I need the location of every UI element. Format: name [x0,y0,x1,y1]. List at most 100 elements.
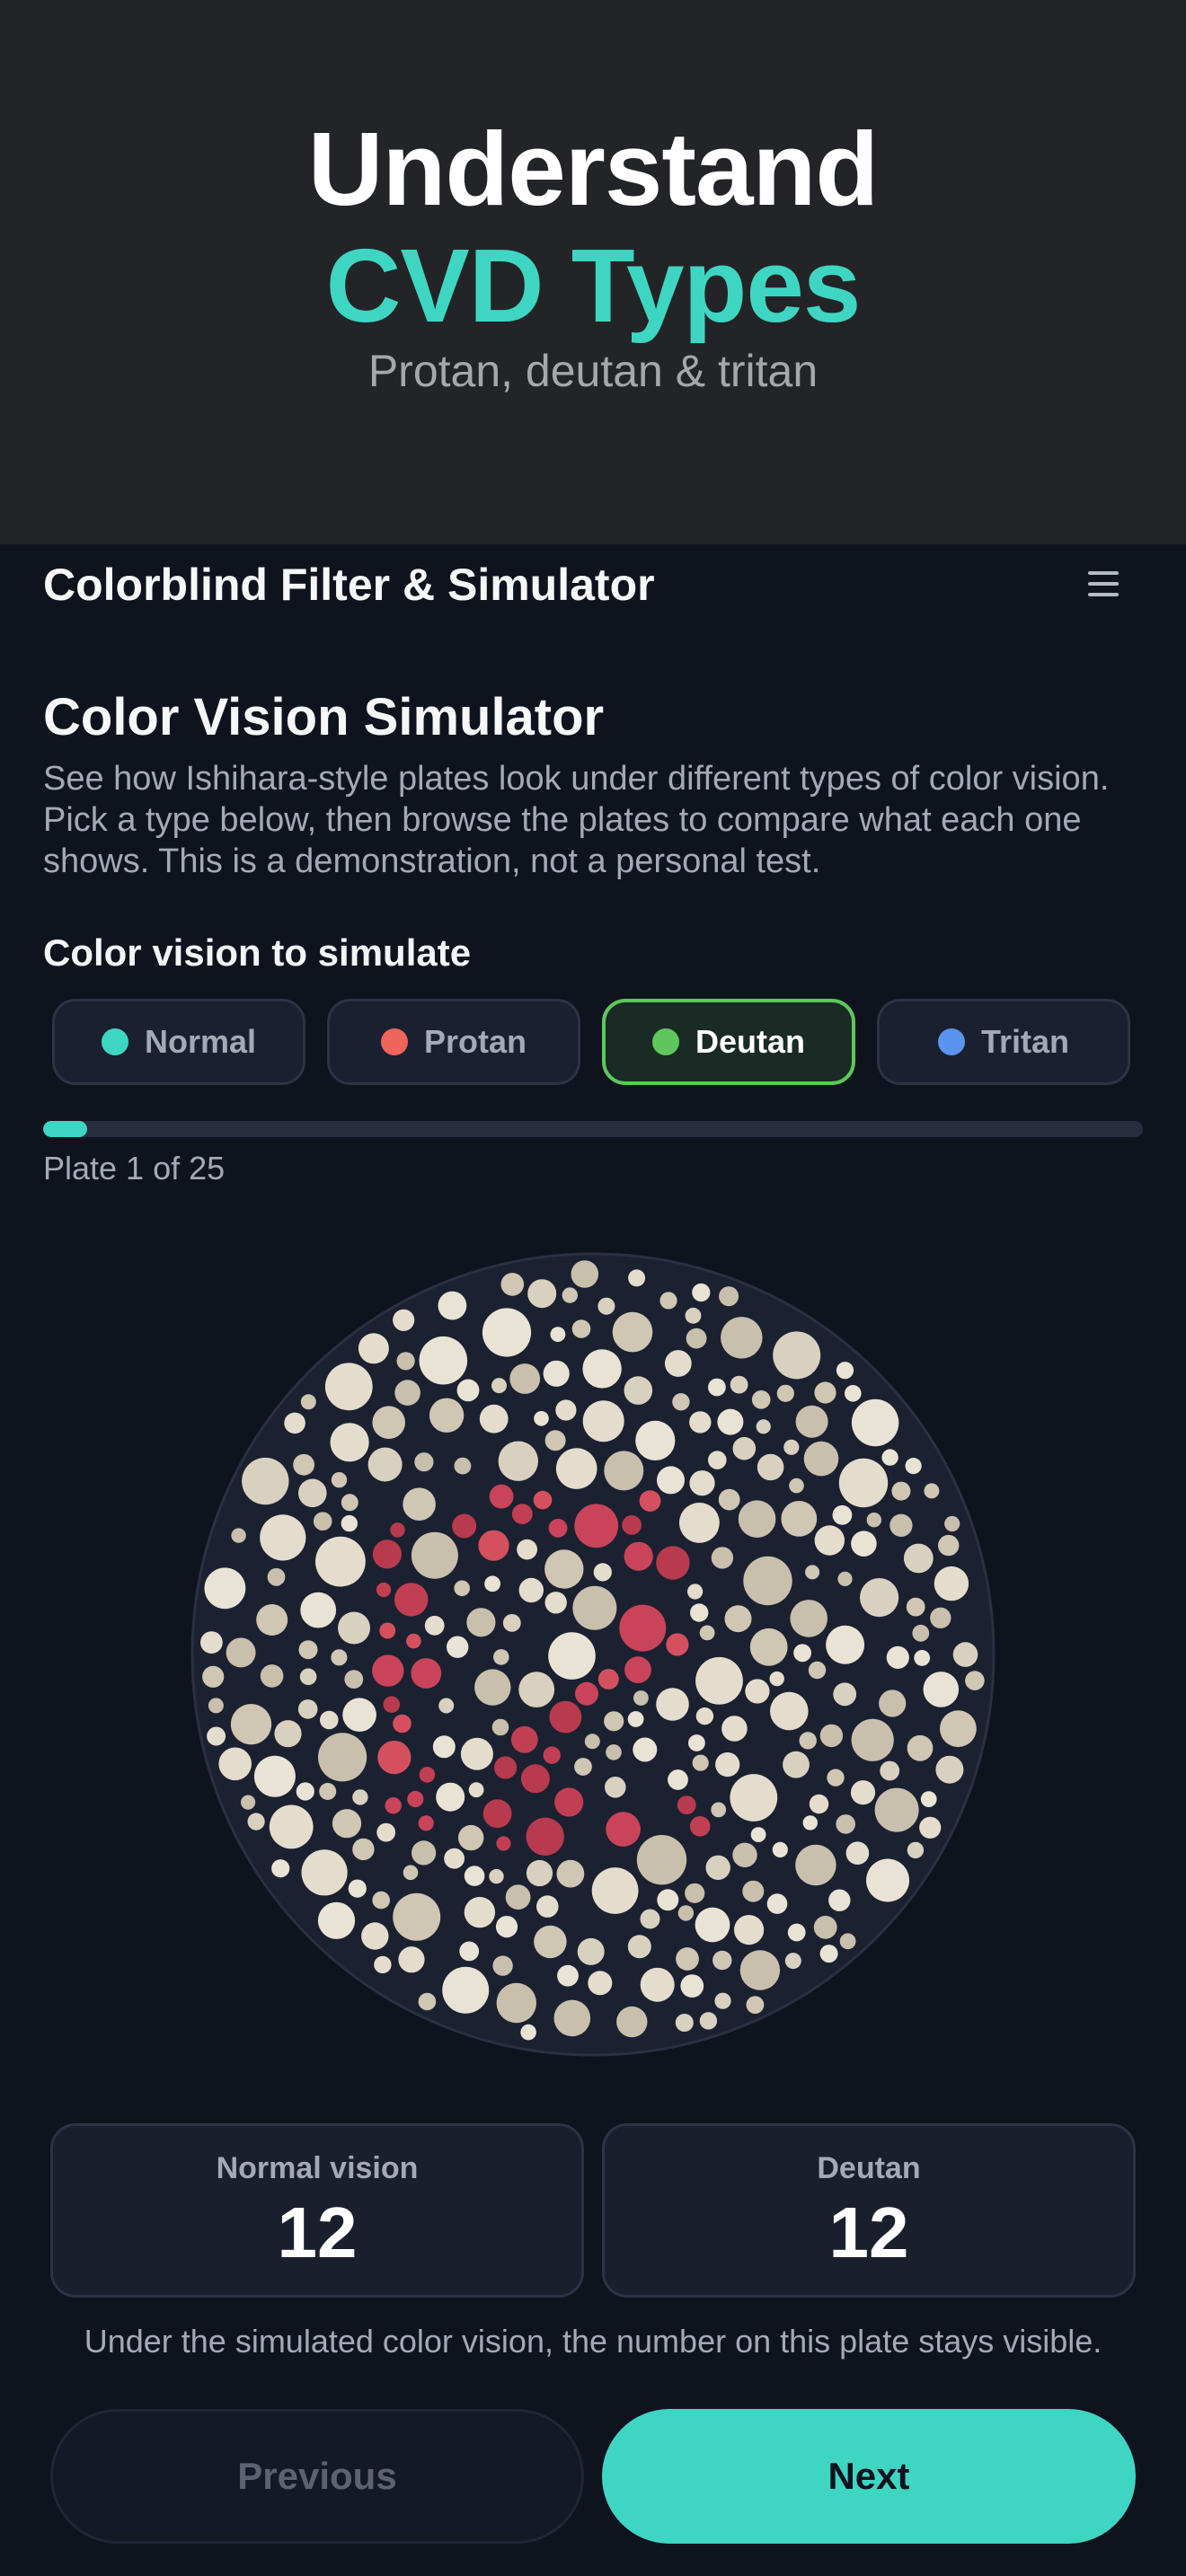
plate-dot [814,1525,845,1556]
plate-dot [935,1755,964,1784]
plate-dot [534,1925,567,1959]
plate-dot [685,1307,702,1324]
plate-dot [657,1466,685,1495]
plate-dot [832,1504,853,1525]
plate-figure-dot [526,1817,564,1856]
plate-dot [543,1360,570,1387]
type-chip-normal[interactable]: Normal [52,999,305,1085]
plate-dot [454,1457,472,1475]
plate-dot [633,1737,658,1762]
plate-dot [454,1580,470,1597]
plate-dot [318,1733,367,1782]
plate-dot [544,1430,566,1451]
plate-figure-dot [549,1700,582,1734]
plate-dot [342,1698,376,1732]
hero-title: Understand [307,110,880,227]
hamburger-menu-icon[interactable] [1085,566,1121,602]
plate-dot [708,1378,726,1397]
plate-figure-dot [543,1746,561,1764]
tritan-color-dot-icon [937,1028,965,1055]
chip-label: Protan [423,1023,527,1060]
plate-figure-dot [575,1681,598,1706]
plate-figure-dot [406,1633,421,1649]
plate-dot [685,1883,705,1903]
plate-dot [739,1950,781,1990]
plate-dot [331,1649,348,1666]
plate-dot [802,1815,818,1831]
plate-dot [496,1982,536,2024]
plate-dot [699,1625,715,1641]
plate-figure-dot [689,1816,711,1837]
plate-figure-dot [482,1799,512,1829]
plate-dot [952,1642,978,1667]
plate-dot [550,1327,566,1342]
plate-dot [320,1710,339,1730]
plate-figure-dot [452,1513,477,1539]
plate-figure-dot [619,1604,667,1652]
deutan-color-dot-icon [651,1028,679,1055]
plate-dot [695,1707,714,1725]
plate-dot [474,1669,511,1706]
plate-dot [284,1412,305,1434]
plate-dot [890,1513,913,1537]
plate-dot [730,1774,778,1822]
plate-dot [919,1816,942,1839]
plate-dot [633,1690,649,1706]
plate-dot [230,1704,272,1745]
plate-figure-dot [418,1815,434,1831]
simulated-vision-label: Deutan [817,2151,921,2185]
plate-dot [432,1735,456,1759]
plate-dot [675,2014,694,2032]
plate-dot [750,1827,766,1842]
plate-dot [695,1907,730,1943]
plate-dot [881,1449,898,1466]
plate-dot [657,1889,679,1911]
plate-dot [605,1777,626,1798]
plate-dot [860,1578,899,1618]
plate-dot [624,1376,653,1405]
plate-dot [518,1672,555,1707]
next-button[interactable]: Next [602,2409,1136,2544]
plate-dot [616,2006,648,2038]
plate-dot [414,1452,434,1472]
plate-dot [341,1494,358,1512]
plate-figure-dot [510,1725,538,1753]
type-chip-tritan[interactable]: Tritan [877,999,1130,1085]
plate-dot [773,1331,821,1380]
plate-dot [912,1624,930,1642]
plate-dot [793,1644,811,1663]
plate-figure-dot [597,1669,619,1689]
plate-dot [202,1665,225,1688]
plate-dot [500,1273,525,1296]
plate-dot [520,2024,536,2041]
plate-dot [688,1734,705,1751]
plate-dot [534,1411,549,1426]
plate-dot [930,1607,951,1628]
type-chip-protan[interactable]: Protan [327,999,580,1085]
plate-dot [361,1922,389,1950]
plate-figure-dot [606,1812,641,1847]
plate-dot [438,1291,467,1320]
plate-dot [772,1841,788,1857]
plate-dot [438,1698,455,1714]
plate-dot [403,1487,436,1521]
previous-button[interactable]: Previous [50,2409,584,2544]
plate-dot [200,1631,223,1654]
plate-dot [208,1698,224,1714]
plate-dot [920,1791,937,1807]
plate-dot [495,1916,518,1938]
plate-dot [664,1350,692,1377]
plate-dot [838,1458,889,1508]
plate-dot [557,1964,579,1987]
simulated-vision-result-card: Deutan 12 [602,2123,1136,2298]
type-chip-deutan[interactable]: Deutan [602,999,855,1085]
plate-figure-dot [511,1504,533,1524]
plate-dot [805,1565,820,1580]
simulated-vision-value: 12 [828,2192,909,2272]
plate-figure-dot [574,1504,619,1548]
plate-figure-dot [377,1741,412,1775]
plate-dot [828,1889,851,1911]
plate-dot [572,1585,617,1630]
plate-dot [247,1813,265,1831]
plate-figure-dot [624,1541,653,1571]
